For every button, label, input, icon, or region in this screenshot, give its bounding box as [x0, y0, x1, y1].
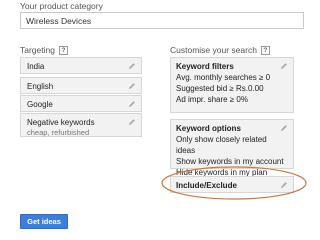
keyword-options-title: Keyword options	[176, 124, 241, 133]
targeting-network[interactable]: Google	[20, 95, 142, 112]
targeting-network-label: Google	[27, 100, 53, 109]
targeting-negative-keywords[interactable]: Negative keywords cheap, refurbished	[20, 113, 142, 137]
targeting-label: Targeting	[20, 45, 55, 55]
negative-keywords-label: Negative keywords	[27, 118, 95, 127]
pencil-icon[interactable]	[128, 100, 136, 108]
pencil-icon[interactable]	[128, 82, 136, 90]
help-icon[interactable]: ?	[58, 46, 68, 56]
targeting-location[interactable]: India	[20, 57, 142, 74]
negative-keywords-value: cheap, refurbished	[27, 128, 90, 137]
targeting-heading: Targeting?	[20, 45, 68, 56]
customise-label: Customise your search	[170, 45, 257, 55]
filter-suggested-bid: Suggested bid ≥ Rs.0.00	[176, 84, 264, 93]
pencil-icon[interactable]	[128, 62, 136, 70]
highlight-ellipse	[161, 166, 307, 200]
targeting-language[interactable]: English	[20, 77, 142, 94]
product-category-input[interactable]: Wireless Devices	[20, 12, 304, 29]
product-category-label: Your product category	[20, 1, 103, 11]
keyword-options-card[interactable]: Keyword options Only show closely relate…	[170, 119, 294, 177]
customise-heading: Customise your search?	[170, 45, 270, 56]
filter-avg-monthly-searches: Avg. monthly searches ≥ 0	[176, 73, 271, 82]
pencil-icon[interactable]	[280, 124, 288, 132]
help-icon[interactable]: ?	[260, 46, 270, 56]
keyword-filters-title: Keyword filters	[176, 62, 234, 71]
targeting-language-label: English	[27, 82, 54, 91]
get-ideas-button[interactable]: Get ideas	[20, 214, 68, 229]
filter-ad-impr-share: Ad impr. share ≥ 0%	[176, 95, 248, 104]
pencil-icon[interactable]	[128, 118, 136, 126]
keyword-filters-card[interactable]: Keyword filters Avg. monthly searches ≥ …	[170, 57, 294, 113]
targeting-location-label: India	[27, 62, 45, 71]
pencil-icon[interactable]	[280, 62, 288, 70]
option-closely-related: Only show closely related ideas	[176, 135, 267, 155]
